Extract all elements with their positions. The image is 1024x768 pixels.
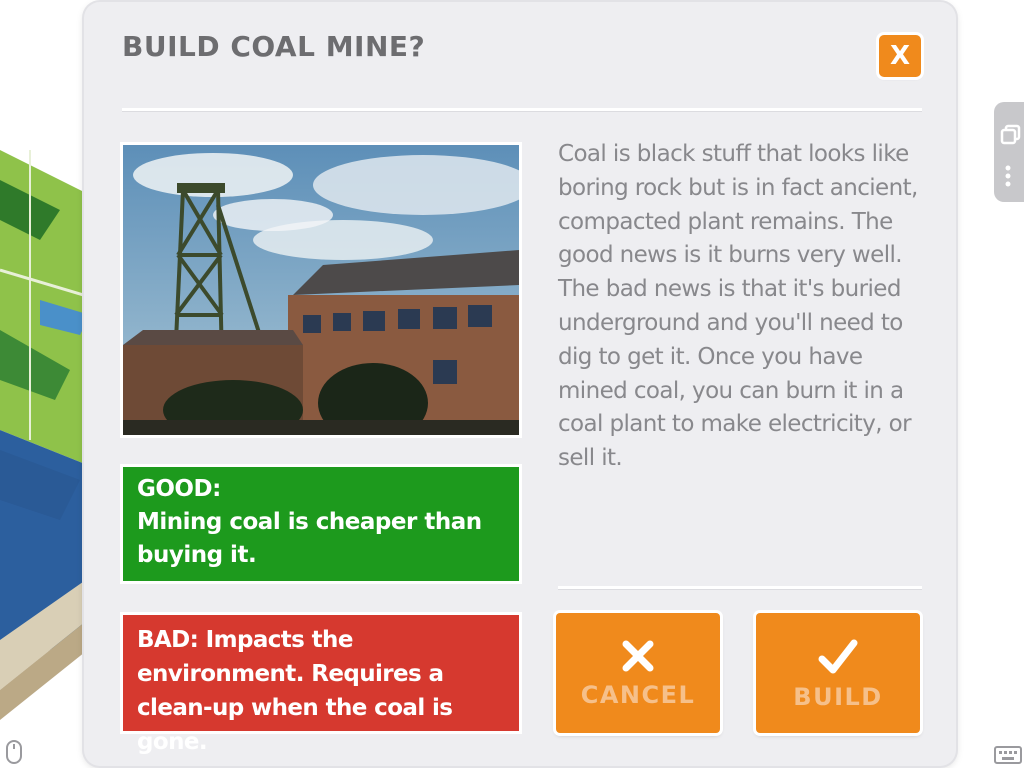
bad-text: BAD: Impacts the environment. Requires a… (137, 627, 453, 755)
more-vertical-icon (1005, 165, 1011, 187)
coal-description: Coal is black stuff that looks like bori… (558, 141, 918, 472)
checkmark-icon (818, 639, 858, 674)
coal-mine-photo (120, 142, 522, 438)
cancel-label: CANCEL (580, 681, 696, 709)
dialog-title: BUILD COAL MINE? (122, 30, 426, 63)
build-coal-mine-dialog: BUILD COAL MINE? X GOOD: Mining coal is … (84, 2, 956, 766)
good-heading: GOOD: (137, 476, 221, 502)
copy-icon (1000, 124, 1021, 145)
build-button[interactable]: BUILD (756, 613, 920, 733)
side-panel-tab[interactable] (994, 102, 1024, 202)
x-icon (622, 640, 654, 672)
bad-info-box: BAD: Impacts the environment. Requires a… (120, 612, 522, 755)
good-info-box: GOOD: Mining coal is cheaper than buying… (120, 464, 522, 584)
close-button[interactable]: X (879, 35, 921, 77)
good-text: Mining coal is cheaper than buying it. (137, 509, 482, 568)
cancel-button[interactable]: CANCEL (556, 613, 720, 733)
keyboard-icon (994, 746, 1022, 764)
close-icon: X (889, 41, 911, 71)
actions-divider (558, 586, 922, 590)
mouse-icon (6, 740, 22, 764)
build-label: BUILD (793, 683, 883, 711)
title-divider (122, 108, 922, 112)
